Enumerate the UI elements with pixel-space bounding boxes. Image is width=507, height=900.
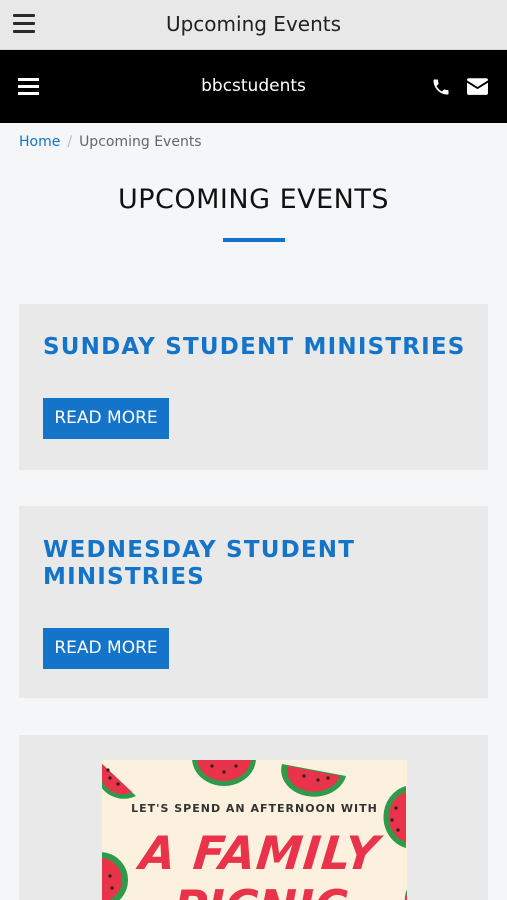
app-bar: Upcoming Events bbox=[0, 0, 507, 50]
watermelon-slice-icon bbox=[281, 764, 346, 797]
breadcrumb-separator: / bbox=[67, 134, 73, 150]
read-more-button[interactable]: READ MORE bbox=[43, 398, 169, 439]
flyer-headline-2: PICNIC bbox=[174, 880, 348, 900]
event-title[interactable]: SUNDAY STUDENT MINISTRIES bbox=[43, 334, 466, 361]
mail-icon[interactable] bbox=[467, 78, 488, 95]
event-card: SUNDAY STUDENT MINISTRIES READ MORE bbox=[19, 304, 488, 470]
title-underline bbox=[223, 238, 285, 242]
event-card: WEDNESDAY STUDENT MINISTRIES READ MORE bbox=[19, 506, 488, 698]
watermelon-slice-icon bbox=[404, 889, 407, 900]
breadcrumb-current: Upcoming Events bbox=[79, 134, 202, 150]
breadcrumb: Home / Upcoming Events bbox=[19, 134, 202, 150]
read-more-button[interactable]: READ MORE bbox=[43, 628, 169, 669]
flyer-headline: A FAMILY bbox=[137, 826, 382, 880]
watermelon-slice-icon bbox=[102, 852, 128, 900]
page-title: UPCOMING EVENTS bbox=[117, 184, 390, 215]
phone-icon[interactable] bbox=[431, 77, 451, 97]
event-card: LET'S SPEND AN AFTERNOON WITH A FAMILY P… bbox=[19, 735, 488, 900]
app-title: Upcoming Events bbox=[165, 12, 342, 36]
event-title[interactable]: WEDNESDAY STUDENT MINISTRIES bbox=[43, 537, 463, 591]
event-flyer-image[interactable]: LET'S SPEND AN AFTERNOON WITH A FAMILY P… bbox=[102, 760, 407, 900]
watermelon-slice-icon bbox=[192, 760, 256, 786]
site-header: bbcstudents bbox=[0, 50, 507, 123]
flyer-subtitle: LET'S SPEND AN AFTERNOON WITH bbox=[131, 802, 378, 815]
breadcrumb-home-link[interactable]: Home bbox=[19, 134, 60, 150]
watermelon-slice-icon bbox=[102, 763, 136, 799]
